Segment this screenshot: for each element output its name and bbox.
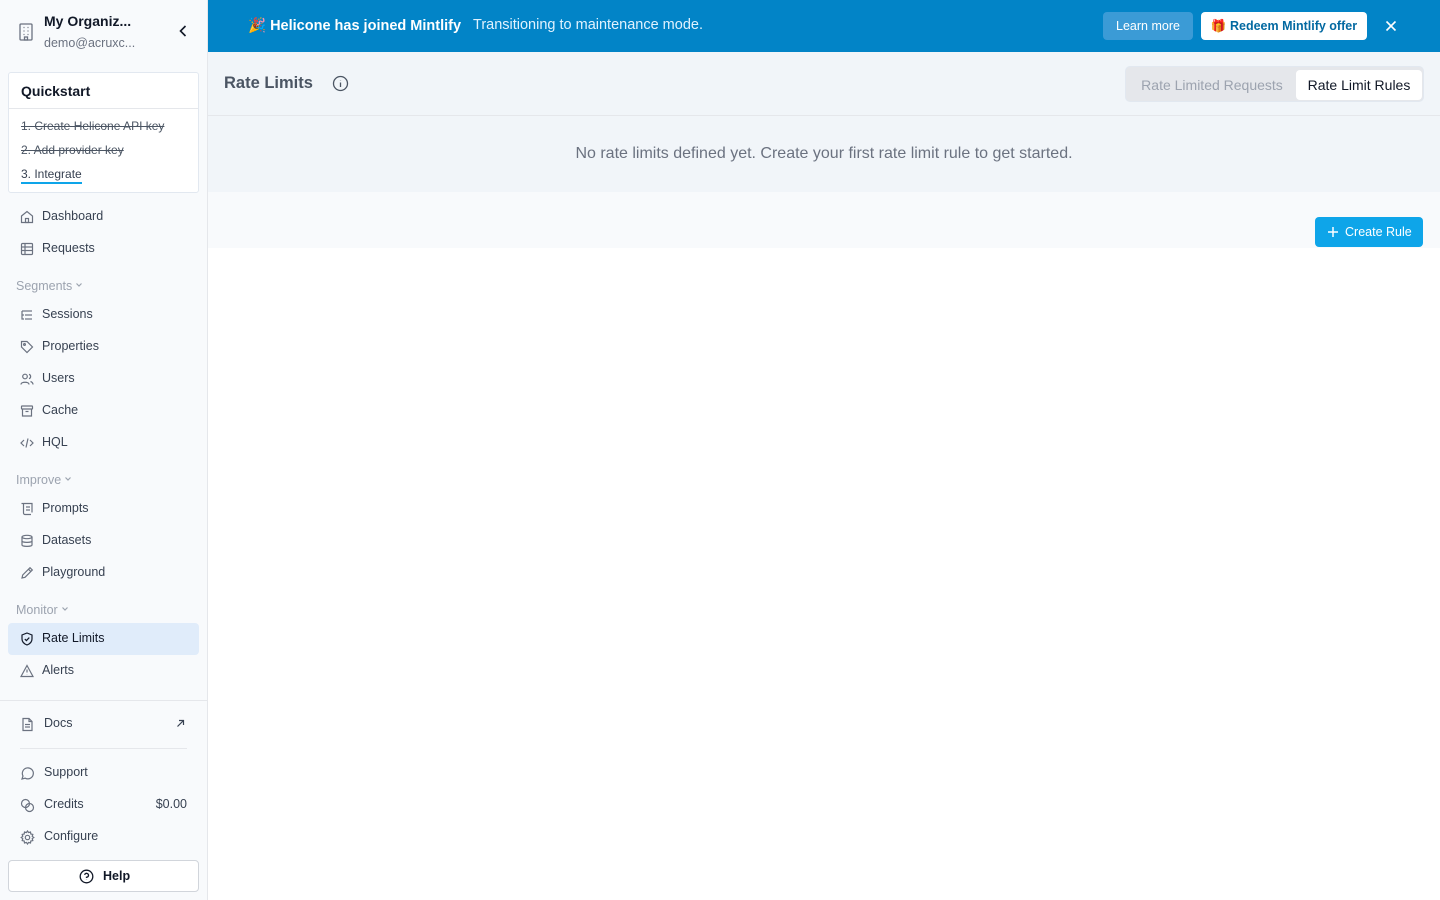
empty-state-message: No rate limits defined yet. Create your … [575,145,1073,162]
quickstart-step-api-key[interactable]: 1. Create Helicone API key [21,119,164,133]
nav-support[interactable]: Support [8,758,199,788]
external-link-icon [177,719,185,727]
nav-alerts[interactable]: Alerts [8,655,199,687]
help-button[interactable]: Help [8,860,199,892]
section-improve[interactable]: Improve [16,473,72,487]
page-header: Rate Limits Rate Limited Requests Rate L… [208,52,1440,116]
nav-prompts[interactable]: Prompts [8,493,199,525]
scroll-icon [21,502,33,516]
view-tabs: Rate Limited Requests Rate Limit Rules [1125,66,1424,102]
org-name: My Organiz... [44,13,132,29]
nav-configure[interactable]: Configure [8,822,199,852]
credits-balance: $0.00 [155,797,187,811]
empty-state: No rate limits defined yet. Create your … [208,116,1440,192]
org-switcher[interactable]: My Organiz... demo@acruxc... [0,0,207,64]
nav-playground-label: Playground [42,565,106,579]
nav-prompts-label: Prompts [42,501,89,515]
nav-dashboard[interactable]: Dashboard [8,201,199,233]
nav-playground[interactable]: Playground [8,557,199,589]
redeem-offer-button[interactable]: 🎁 Redeem Mintlify offer [1201,12,1367,40]
nav-datasets[interactable]: Datasets [8,525,199,557]
banner-title: 🎉 Helicone has joined Mintlify [248,18,462,34]
home-icon [20,210,34,224]
chevron-down-icon [61,607,68,611]
info-icon[interactable] [332,75,349,92]
nav-sessions-label: Sessions [42,307,93,321]
sidebar-footer-divider [0,700,207,701]
close-icon[interactable] [1383,18,1399,34]
nav-support-label: Support [44,765,88,779]
nav-properties-label: Properties [42,339,99,353]
gear-icon [20,830,35,845]
announcement-banner: 🎉 Helicone has joined Mintlify Transitio… [208,0,1440,52]
create-rule-label: Create Rule [1345,225,1412,239]
nav-cache[interactable]: Cache [8,395,199,427]
nav-users-label: Users [42,371,75,385]
quickstart-step-provider-key[interactable]: 2. Add provider key [21,143,124,157]
nav-datasets-label: Datasets [42,533,92,547]
pencil-icon [21,566,34,579]
nav-rate-limits-label: Rate Limits [42,631,105,645]
nav-hql-label: HQL [42,435,68,449]
help-circle-icon [79,869,94,884]
section-monitor[interactable]: Monitor [16,603,69,617]
nav-rate-limits[interactable]: Rate Limits [8,623,199,655]
coins-icon [20,798,35,813]
shield-check-icon [21,632,33,646]
org-email: demo@acruxc... [44,36,136,50]
message-circle-icon [21,767,34,780]
sidebar-footer-divider-2 [20,748,187,749]
learn-more-button[interactable]: Learn more [1103,12,1193,40]
section-segments-label: Segments [16,279,73,293]
tag-icon [20,340,34,354]
table-icon [20,242,34,256]
archive-icon [20,405,34,417]
nav-hql[interactable]: HQL [8,427,199,459]
file-text-icon [22,717,33,732]
section-monitor-label: Monitor [16,603,58,617]
database-icon [21,534,33,547]
quickstart-divider [9,108,198,109]
nav-credits-label: Credits [44,797,84,811]
alert-triangle-icon [20,664,34,678]
code-icon [20,438,34,448]
nav-properties[interactable]: Properties [8,331,199,363]
quickstart-card: Quickstart 1. Create Helicone API key 2.… [8,72,199,193]
section-improve-label: Improve [16,473,62,487]
section-segments[interactable]: Segments [16,279,83,293]
quickstart-step-integrate[interactable]: 3. Integrate [21,167,82,184]
sidebar: My Organiz... demo@acruxc... Quickstart … [0,0,208,900]
nav-alerts-label: Alerts [42,663,74,677]
nav-requests-label: Requests [42,241,95,255]
nav-dashboard-label: Dashboard [42,209,104,223]
nav-credits[interactable]: Credits $0.00 [8,790,199,820]
nav-docs-label: Docs [44,716,73,730]
tab-rate-limit-rules[interactable]: Rate Limit Rules [1296,70,1422,100]
nav-configure-label: Configure [44,829,99,843]
rules-toolbar: Create Rule [208,192,1440,248]
nav-requests[interactable]: Requests [8,233,199,265]
nav-users[interactable]: Users [8,363,199,395]
list-tree-icon [21,310,32,320]
nav-docs[interactable]: Docs [8,709,199,739]
chevron-down-icon [76,283,83,287]
page-title: Rate Limits [224,74,313,92]
nav-sessions[interactable]: Sessions [8,299,199,331]
plus-icon [1328,227,1338,237]
chevron-down-icon [65,477,72,481]
tab-rate-limited-requests[interactable]: Rate Limited Requests [1129,70,1295,100]
building-icon [19,23,33,41]
users-icon [20,373,34,385]
help-button-label: Help [103,869,131,883]
banner-message: Transitioning to maintenance mode. [473,17,703,33]
nav-cache-label: Cache [42,403,79,417]
create-rule-button[interactable]: Create Rule [1315,217,1423,247]
quickstart-title: Quickstart [21,83,91,99]
chevron-left-icon[interactable] [174,22,192,40]
